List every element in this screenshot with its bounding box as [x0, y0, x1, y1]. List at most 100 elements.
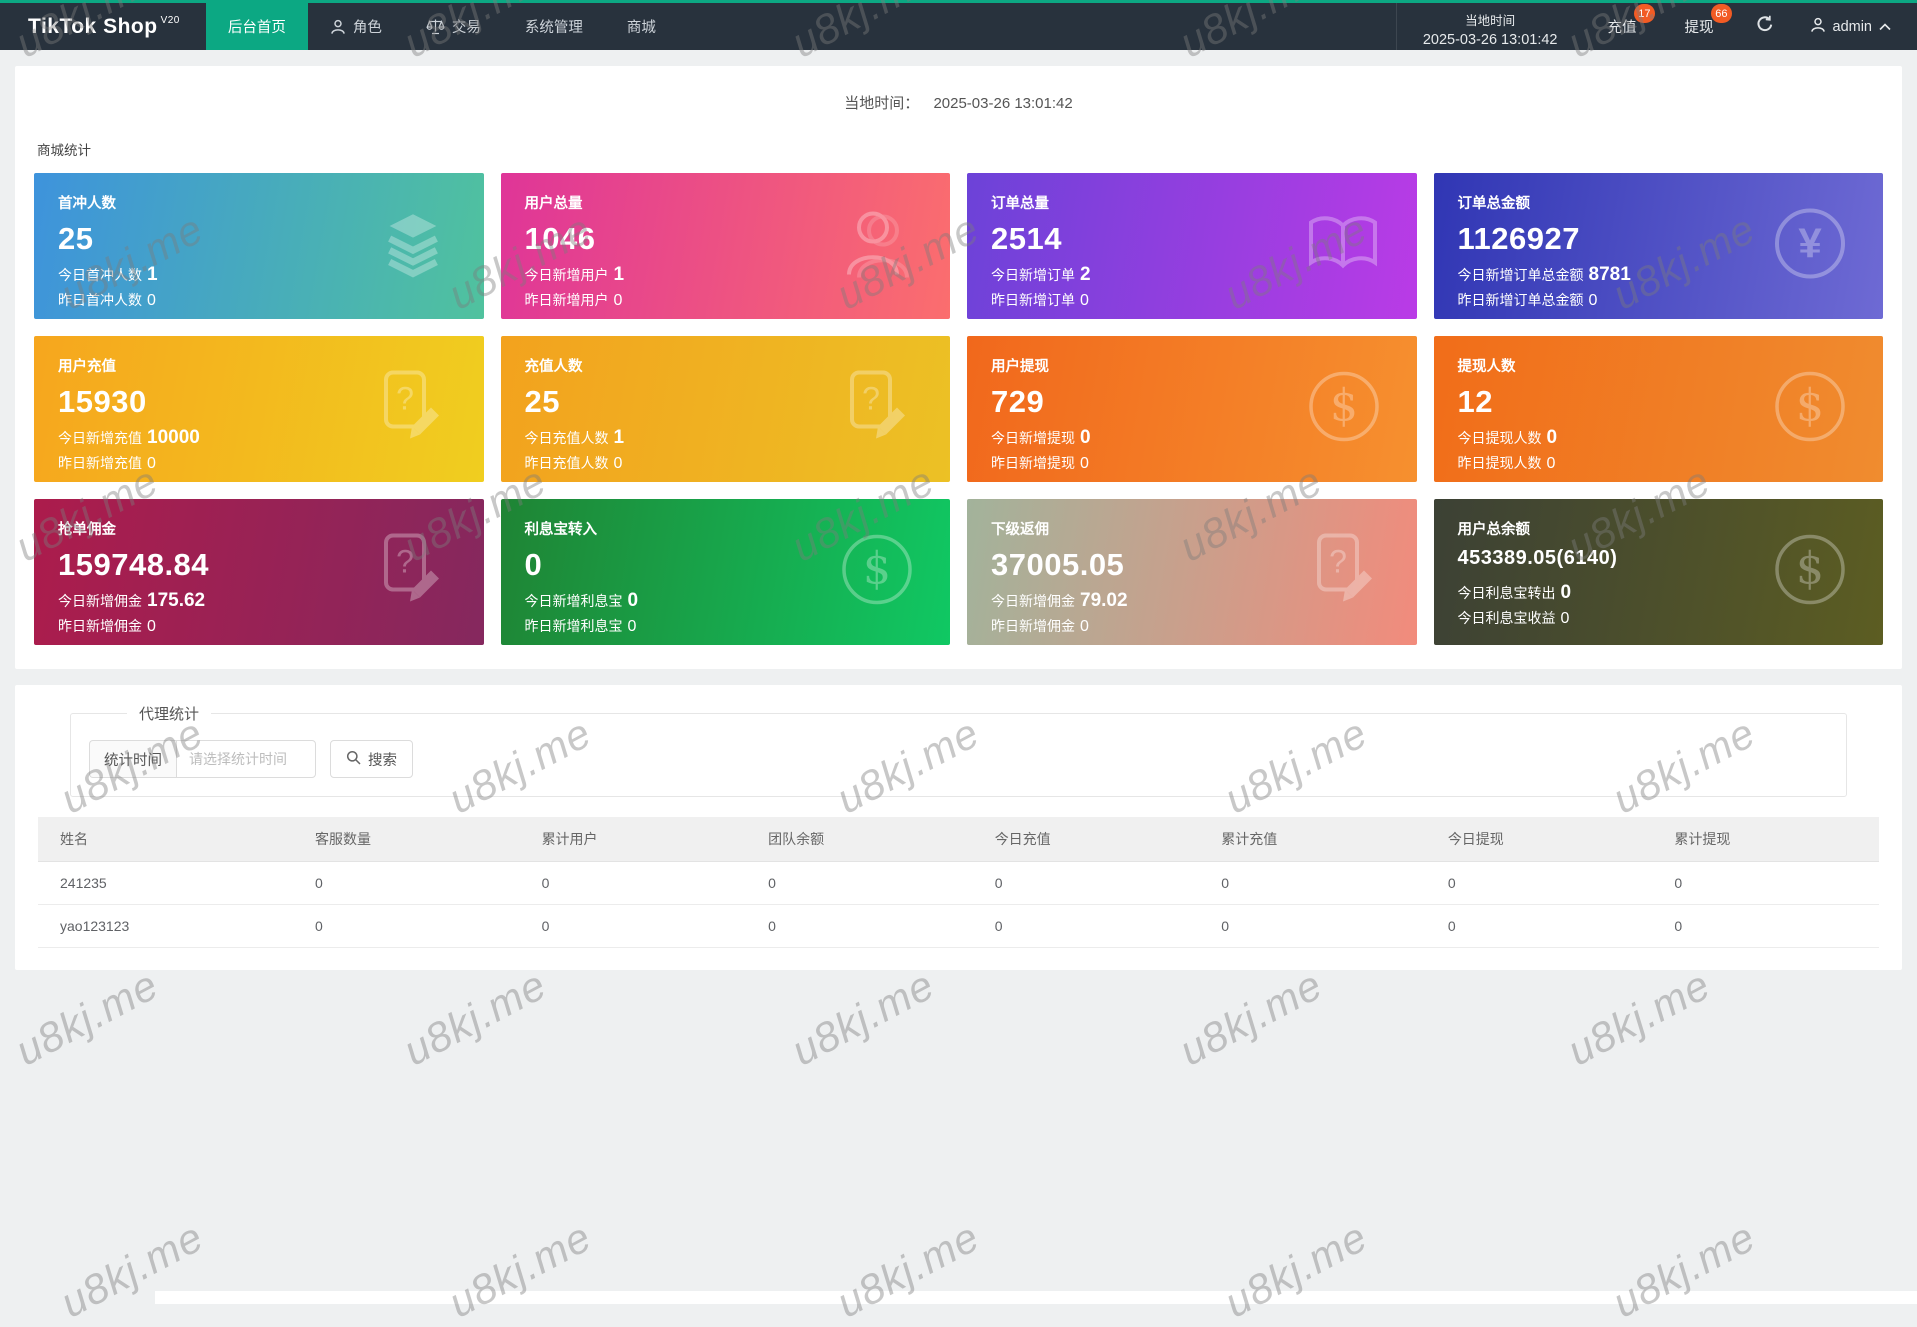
refresh-button[interactable] [1738, 3, 1792, 50]
agent-table-body: 2412350000000yao1231230000000 [38, 862, 1879, 948]
top-navbar: TikTok Shop V20 后台首页 角色 交易 系统管理 商城 当地时间 2025… [0, 0, 1917, 50]
column-header: 团队余额 [746, 817, 973, 862]
stats-cards: 首冲人数25今日首冲人数1昨日首冲人数0用户总量1046今日新增用户1昨日新增用… [15, 171, 1902, 647]
watermark-text: u8kj.me [8, 961, 167, 1076]
doc-icon: ? [836, 367, 916, 452]
refresh-icon [1756, 15, 1774, 38]
table-row: yao1231230000000 [38, 905, 1879, 948]
table-cell: 0 [1426, 862, 1653, 905]
admin-menu[interactable]: admin [1792, 3, 1917, 50]
column-header: 今日充值 [973, 817, 1200, 862]
agent-stats-fieldset: 代理统计 统计时间 搜索 [70, 703, 1847, 797]
topbar-right: 当地时间 2025-03-26 13:01:42 充值 17 提现 66 [1396, 3, 1917, 50]
nav-item-label: 系统管理 [525, 16, 583, 37]
brand-version: V20 [161, 15, 180, 26]
withdraw-link[interactable]: 提现 66 [1661, 3, 1738, 50]
table-cell: 0 [520, 862, 747, 905]
stat-card: 用户充值15930今日新增充值10000昨日新增充值0? [34, 336, 484, 482]
brand-logo[interactable]: TikTok Shop V20 [0, 3, 206, 50]
clock-label: 当地时间 [1423, 10, 1558, 29]
svg-text:?: ? [396, 544, 414, 580]
stat-time-input[interactable] [176, 740, 316, 778]
svg-text:$: $ [1796, 381, 1824, 432]
scales-icon [426, 18, 445, 35]
stat-card: 下级返佣37005.05今日新增佣金79.02昨日新增佣金0? [967, 499, 1417, 645]
mall-stats-title: 商城统计 [15, 123, 1902, 171]
nav-item[interactable]: 商城 [605, 3, 678, 50]
doc-icon: ? [370, 367, 450, 452]
svg-text:¥: ¥ [1798, 220, 1822, 267]
nav-item[interactable]: 系统管理 [503, 3, 605, 50]
header-row: 姓名客服数量累计用户团队余额今日充值累计充值今日提现累计提现 [38, 817, 1879, 862]
stat-card: 充值人数25今日充值人数1昨日充值人数0? [501, 336, 951, 482]
card-yesterday-line: 昨日新增佣金0 [58, 614, 460, 639]
table-cell: yao123123 [38, 905, 293, 948]
column-header: 今日提现 [1426, 817, 1653, 862]
mall-stats-panel: 当地时间： 2025-03-26 13:01:42 商城统计 首冲人数25今日首… [15, 66, 1902, 669]
search-button-label: 搜索 [368, 749, 397, 770]
local-time-label: 当地时间： [844, 95, 919, 112]
doc-icon: ? [370, 530, 450, 615]
table-cell: 0 [1652, 862, 1879, 905]
card-yesterday-line: 昨日新增用户0 [525, 288, 927, 313]
nav-item-label: 角色 [353, 16, 382, 37]
column-header: 姓名 [38, 817, 293, 862]
agent-stats-title: 代理统计 [127, 703, 211, 724]
watermark-text: u8kj.me [396, 961, 555, 1076]
clock-time: 2025-03-26 13:01:42 [1423, 32, 1558, 48]
agent-table-head: 姓名客服数量累计用户团队余额今日充值累计充值今日提现累计提现 [38, 817, 1879, 862]
nav-item-label: 交易 [452, 16, 481, 37]
nav-item[interactable]: 后台首页 [206, 3, 308, 50]
yen-icon: ¥ [1771, 205, 1849, 288]
card-yesterday-line: 昨日提现人数0 [1458, 451, 1860, 476]
card-yesterday-line: 昨日新增充值0 [58, 451, 460, 476]
stat-card: 首冲人数25今日首冲人数1昨日首冲人数0 [34, 173, 484, 319]
watermark-text: u8kj.me [784, 961, 943, 1076]
search-button[interactable]: 搜索 [330, 740, 413, 778]
watermark-text: u8kj.me [441, 1213, 600, 1327]
card-yesterday-line: 昨日充值人数0 [525, 451, 927, 476]
column-header: 累计充值 [1199, 817, 1426, 862]
layers-icon [376, 207, 450, 286]
dollar-icon: $ [1771, 531, 1849, 614]
dollar-icon: $ [1305, 368, 1383, 451]
search-icon [346, 750, 361, 769]
stat-card: 利息宝转入0今日新增利息宝0昨日新增利息宝0$ [501, 499, 951, 645]
card-yesterday-line: 昨日新增订单总金额0 [1458, 288, 1860, 313]
agent-table: 姓名客服数量累计用户团队余额今日充值累计充值今日提现累计提现 241235000… [38, 817, 1879, 948]
table-cell: 0 [1652, 905, 1879, 948]
stat-time-label: 统计时间 [89, 740, 176, 778]
bottom-strip [155, 1291, 1917, 1304]
column-header: 客服数量 [293, 817, 520, 862]
recharge-label: 充值 [1608, 16, 1637, 37]
column-header: 累计提现 [1652, 817, 1879, 862]
table-cell: 0 [1426, 905, 1653, 948]
withdraw-label: 提现 [1685, 16, 1714, 37]
book-icon [1303, 211, 1383, 282]
watermark-text: u8kj.me [1560, 961, 1719, 1076]
doc-icon: ? [1303, 530, 1383, 615]
table-cell: 0 [746, 862, 973, 905]
svg-text:?: ? [1329, 544, 1347, 580]
brand-text: TikTok Shop [28, 15, 158, 39]
table-cell: 0 [1199, 862, 1426, 905]
recharge-badge: 17 [1634, 4, 1654, 23]
nav-item[interactable]: 交易 [404, 3, 503, 50]
watermark-text: u8kj.me [53, 1213, 212, 1327]
agent-filter-row: 统计时间 搜索 [89, 740, 1828, 778]
column-header: 累计用户 [520, 817, 747, 862]
card-yesterday-line: 昨日新增提现0 [991, 451, 1393, 476]
stat-card: 用户总余额453389.05(6140)今日利息宝转出0今日利息宝收益0$ [1434, 499, 1884, 645]
nav-item[interactable]: 角色 [308, 3, 404, 50]
svg-text:?: ? [862, 381, 880, 417]
watermark-text: u8kj.me [829, 1213, 988, 1327]
card-yesterday-line: 昨日新增订单0 [991, 288, 1393, 313]
user-icon [838, 205, 916, 288]
table-cell: 0 [746, 905, 973, 948]
recharge-link[interactable]: 充值 17 [1584, 3, 1661, 50]
nav-item-label: 商城 [627, 16, 656, 37]
chevron-up-icon [1879, 19, 1891, 35]
stat-card: 抢单佣金159748.84今日新增佣金175.62昨日新增佣金0? [34, 499, 484, 645]
nav-items: 后台首页 角色 交易 系统管理 商城 [206, 3, 678, 50]
local-time-widget: 当地时间 2025-03-26 13:01:42 [1396, 3, 1584, 50]
